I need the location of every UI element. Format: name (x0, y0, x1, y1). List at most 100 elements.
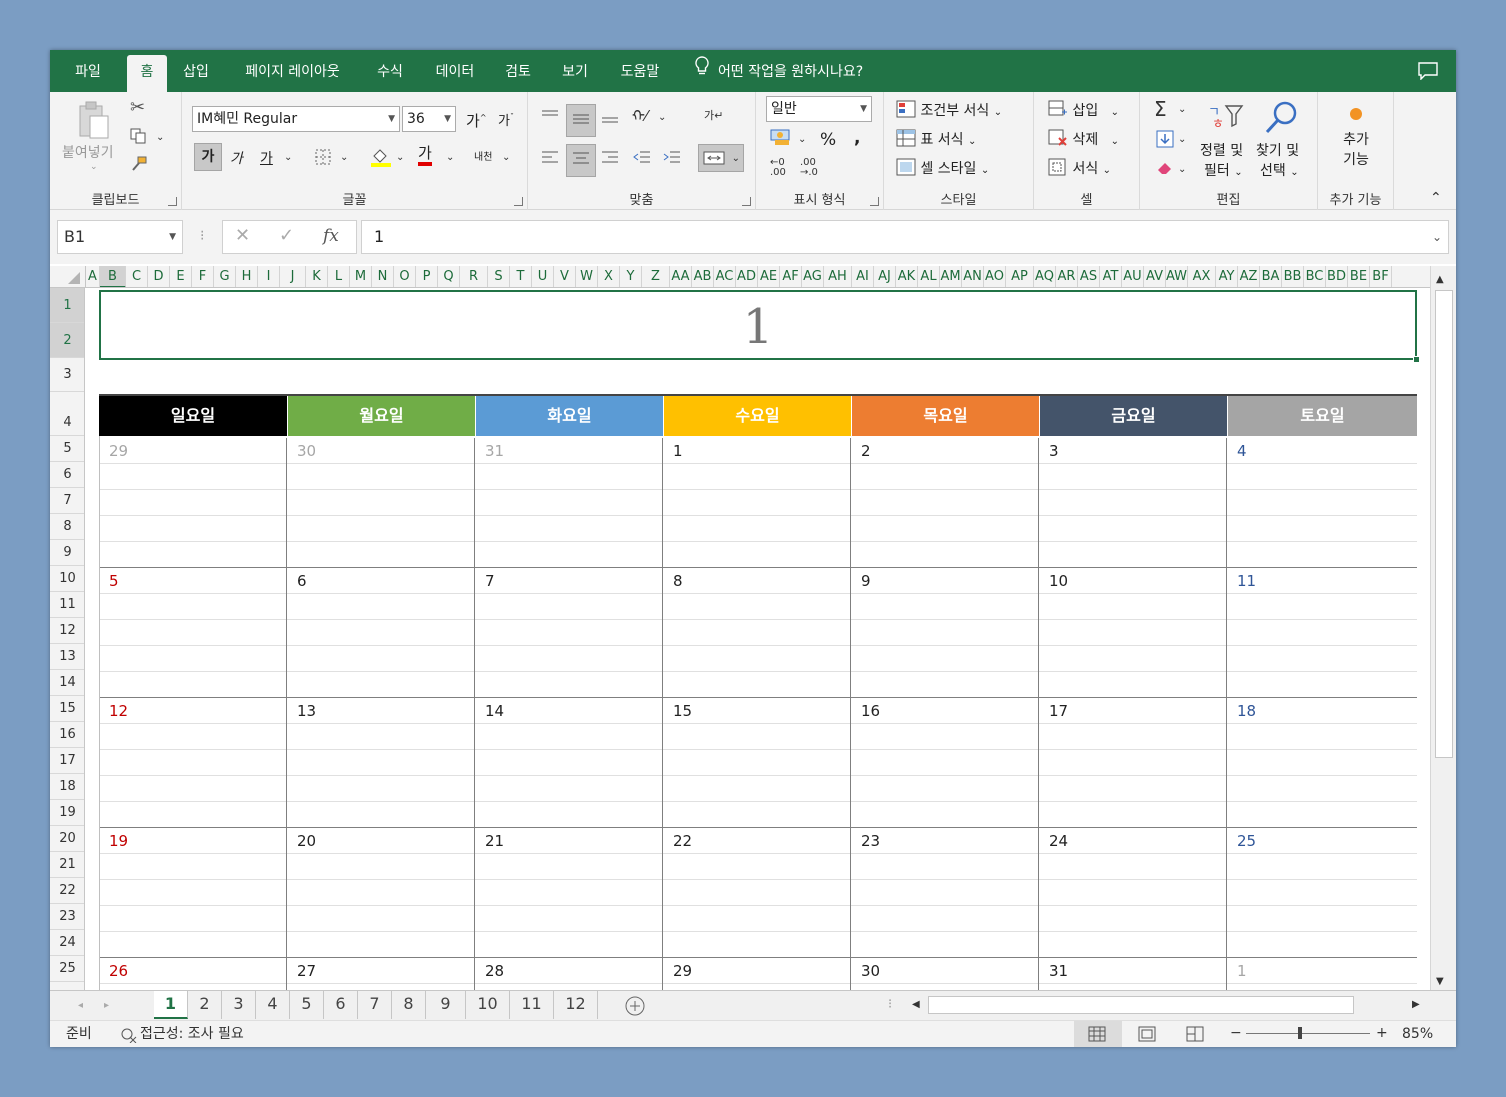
row-header[interactable]: 22 (50, 878, 84, 904)
comment-icon[interactable] (1418, 62, 1438, 81)
date-cell[interactable]: 13 (287, 698, 475, 724)
note-cell[interactable] (663, 490, 851, 516)
date-cell[interactable]: 26 (99, 958, 287, 984)
chevron-down-icon[interactable]: ⌄ (1178, 132, 1186, 148)
column-header[interactable]: A (86, 266, 100, 287)
column-header[interactable]: BA (1260, 266, 1282, 287)
note-cell[interactable] (1227, 906, 1417, 932)
column-header[interactable]: AR (1056, 266, 1078, 287)
date-cell[interactable]: 21 (475, 828, 663, 854)
zoom-in-icon[interactable]: + (1376, 1025, 1388, 1041)
row-header[interactable]: 11 (50, 592, 84, 618)
note-cell[interactable] (851, 464, 1039, 490)
autosum-icon[interactable]: Σ (1154, 98, 1167, 120)
column-header[interactable]: AV (1144, 266, 1166, 287)
grow-font-button[interactable]: 가^ (466, 110, 487, 131)
merge-center-icon[interactable]: ⌄ (698, 144, 744, 172)
date-cell[interactable]: 15 (663, 698, 851, 724)
scroll-right-icon[interactable]: ▶ (1412, 997, 1420, 1013)
row-header[interactable]: 8 (50, 514, 84, 540)
column-header[interactable]: BF (1370, 266, 1392, 287)
date-cell[interactable]: 9 (851, 568, 1039, 594)
column-header[interactable]: AF (780, 266, 802, 287)
note-cell[interactable] (99, 932, 287, 958)
sort-filter-button[interactable]: ㄱㅎ 정렬 및 필터 ⌄ (1200, 100, 1252, 184)
row-header[interactable]: 19 (50, 800, 84, 826)
column-header[interactable]: L (328, 266, 350, 287)
chevron-down-icon[interactable]: ⌄ (1178, 102, 1186, 118)
sheet-tab[interactable]: 6 (324, 991, 358, 1019)
note-cell[interactable] (851, 594, 1039, 620)
row-header[interactable]: 9 (50, 540, 84, 566)
chevron-down-icon[interactable]: ⌄ (340, 150, 348, 166)
note-cell[interactable] (287, 724, 475, 750)
cut-icon[interactable]: ✂ (130, 99, 145, 117)
accessibility-icon[interactable] (120, 1027, 138, 1047)
row-header[interactable]: 3 (50, 358, 84, 392)
note-cell[interactable] (851, 672, 1039, 698)
note-cell[interactable] (851, 906, 1039, 932)
column-header[interactable]: AE (758, 266, 780, 287)
increase-decimal-icon[interactable]: ←0.00 (770, 158, 786, 178)
note-cell[interactable] (1039, 776, 1227, 802)
collapse-ribbon-icon[interactable]: ⌃ (1430, 190, 1442, 206)
tab-file[interactable]: 파일 (60, 50, 116, 92)
column-header[interactable]: AK (896, 266, 918, 287)
note-cell[interactable] (1039, 750, 1227, 776)
select-all-corner[interactable] (50, 266, 86, 287)
note-cell[interactable] (99, 620, 287, 646)
note-cell[interactable] (287, 750, 475, 776)
tab-insert[interactable]: 삽입 (174, 50, 218, 92)
date-cell[interactable]: 31 (475, 438, 663, 464)
note-cell[interactable] (851, 490, 1039, 516)
accessibility-status[interactable]: 접근성: 조사 필요 (140, 1026, 244, 1042)
format-cells-button[interactable]: 서식 ⌄ (1048, 158, 1111, 180)
date-cell[interactable]: 1 (663, 438, 851, 464)
row-header[interactable]: 16 (50, 722, 84, 748)
date-cell[interactable]: 31 (1039, 958, 1227, 984)
tab-help[interactable]: 도움말 (610, 50, 670, 92)
note-cell[interactable] (663, 776, 851, 802)
more-options-icon[interactable]: ⁝ (200, 228, 204, 244)
align-center-icon[interactable] (566, 144, 596, 177)
shrink-font-button[interactable]: 가ˇ (498, 110, 514, 129)
chevron-down-icon[interactable]: ⌄ (502, 150, 510, 166)
sheet-tab[interactable]: 3 (222, 991, 256, 1019)
note-cell[interactable] (851, 932, 1039, 958)
name-box[interactable]: B1 ▼ (57, 220, 183, 254)
column-header[interactable]: G (214, 266, 236, 287)
sheet-tab[interactable]: 7 (358, 991, 392, 1019)
date-cell[interactable]: 18 (1227, 698, 1417, 724)
font-family-select[interactable]: IM혜민 Regular ▼ (192, 106, 400, 132)
copy-icon[interactable] (130, 128, 148, 149)
date-cell[interactable]: 14 (475, 698, 663, 724)
date-cell[interactable]: 12 (99, 698, 287, 724)
column-header[interactable]: AS (1078, 266, 1100, 287)
column-header[interactable]: AD (736, 266, 758, 287)
chevron-down-icon[interactable]: ⌄ (658, 110, 666, 126)
weekday-header[interactable]: 목요일 (851, 396, 1039, 436)
row-header[interactable]: 10 (50, 566, 84, 592)
note-cell[interactable] (99, 490, 287, 516)
note-cell[interactable] (475, 464, 663, 490)
note-cell[interactable] (663, 594, 851, 620)
column-header[interactable]: BC (1304, 266, 1326, 287)
delete-cells-button[interactable]: 삭제 ⌄ (1048, 129, 1119, 151)
note-cell[interactable] (851, 542, 1039, 568)
note-cell[interactable] (475, 932, 663, 958)
note-cell[interactable] (475, 880, 663, 906)
note-cell[interactable] (287, 880, 475, 906)
note-cell[interactable] (663, 750, 851, 776)
weekday-header[interactable]: 수요일 (663, 396, 851, 436)
note-cell[interactable] (663, 672, 851, 698)
date-cell[interactable]: 29 (99, 438, 287, 464)
row-header[interactable]: 21 (50, 852, 84, 878)
date-cell[interactable]: 6 (287, 568, 475, 594)
column-header[interactable]: AW (1166, 266, 1188, 287)
format-as-table-button[interactable]: 표 서식 ⌄ (896, 129, 976, 151)
note-cell[interactable] (851, 776, 1039, 802)
date-cell[interactable]: 17 (1039, 698, 1227, 724)
date-cell[interactable]: 30 (851, 958, 1039, 984)
note-cell[interactable] (287, 906, 475, 932)
fill-color-icon[interactable] (370, 146, 392, 173)
